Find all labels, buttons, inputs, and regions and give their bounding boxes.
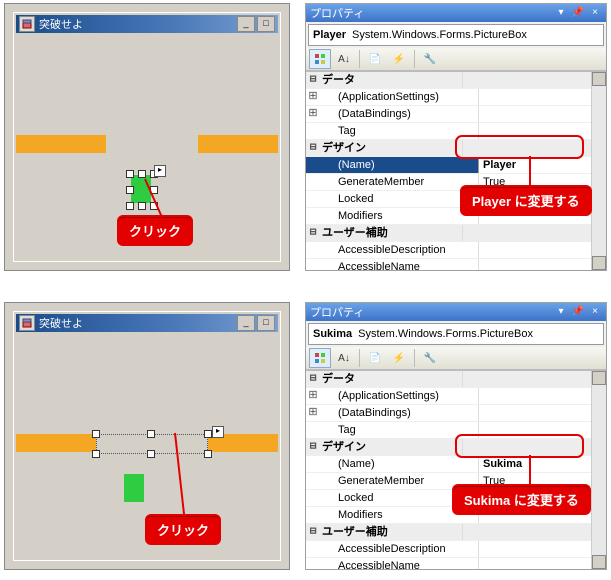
properties-title-text: プロパティ: [310, 5, 364, 21]
events-icon[interactable]: ⚡: [388, 348, 410, 368]
minimize-button[interactable]: _: [237, 16, 255, 32]
wall-left-2[interactable]: [16, 434, 96, 452]
scrollbar[interactable]: [591, 72, 606, 270]
wall-left[interactable]: [16, 135, 106, 153]
player-picturebox-2[interactable]: [124, 474, 144, 502]
alpha-sort-icon[interactable]: A↓: [333, 348, 355, 368]
dropdown-icon[interactable]: ▾: [554, 306, 568, 318]
properties-panel-1: プロパティ ▾ 📌 × Player System.Windows.Forms.…: [305, 3, 607, 271]
handle-nw[interactable]: [126, 170, 134, 178]
handle-ne[interactable]: [204, 430, 212, 438]
handle-nw[interactable]: [92, 430, 100, 438]
callout-click-1: クリック: [117, 215, 193, 246]
handle-n[interactable]: [147, 430, 155, 438]
events-icon[interactable]: ⚡: [388, 49, 410, 69]
object-selector-2[interactable]: Sukima System.Windows.Forms.PictureBox: [308, 323, 604, 345]
properties-toolbar-2: A↓ 📄 ⚡ 🔧: [306, 347, 606, 370]
close-icon[interactable]: ×: [588, 306, 602, 318]
properties-grid-2[interactable]: ⊟データ ⊞(ApplicationSettings) ⊞(DataBindin…: [306, 370, 606, 569]
form-title: 突破せよ: [39, 16, 83, 32]
name-property-row[interactable]: (Name)Player: [306, 157, 606, 174]
properties-title-text: プロパティ: [310, 304, 364, 320]
object-selector[interactable]: Player System.Windows.Forms.PictureBox: [308, 24, 604, 46]
maximize-button[interactable]: □: [257, 16, 275, 32]
property-pages-icon[interactable]: 🔧: [419, 49, 441, 69]
handle-e[interactable]: [150, 186, 158, 194]
wall-right[interactable]: [198, 135, 278, 153]
object-type: System.Windows.Forms.PictureBox: [352, 29, 527, 41]
properties-titlebar[interactable]: プロパティ ▾ 📌 ×: [306, 4, 606, 22]
form-icon: [19, 16, 35, 32]
properties-grid[interactable]: ⊟データ ⊞(ApplicationSettings) ⊞(DataBindin…: [306, 71, 606, 270]
property-pages-icon[interactable]: 🔧: [419, 348, 441, 368]
pin-icon[interactable]: 📌: [571, 7, 585, 19]
object-name: Player: [313, 29, 346, 41]
minimize-button[interactable]: _: [237, 315, 255, 331]
handle-sw[interactable]: [126, 202, 134, 210]
handle-sw[interactable]: [92, 450, 100, 458]
alpha-sort-icon[interactable]: A↓: [333, 49, 355, 69]
handle-se[interactable]: [204, 450, 212, 458]
categorized-icon[interactable]: [309, 49, 331, 69]
callout-change-1: Player に変更する: [460, 185, 592, 216]
maximize-button[interactable]: □: [257, 315, 275, 331]
smart-tag-icon[interactable]: ▸: [154, 165, 166, 177]
handle-w[interactable]: [126, 186, 134, 194]
handle-s[interactable]: [147, 450, 155, 458]
form-title-bar[interactable]: 突破せよ _ □: [16, 15, 278, 33]
form-title-bar-2[interactable]: 突破せよ _ □: [16, 314, 278, 332]
properties-toolbar: A↓ 📄 ⚡ 🔧: [306, 48, 606, 71]
name-property-row-2[interactable]: (Name)Sukima: [306, 456, 606, 473]
designer-panel-1: 突破せよ _ □ ▸: [4, 3, 290, 271]
handle-se[interactable]: [150, 202, 158, 210]
dropdown-icon[interactable]: ▾: [554, 7, 568, 19]
handle-s[interactable]: [138, 202, 146, 210]
properties-icon[interactable]: 📄: [364, 348, 386, 368]
object-type: System.Windows.Forms.PictureBox: [358, 328, 533, 340]
callout-change-2: Sukima に変更する: [452, 484, 591, 515]
callout-click-2: クリック: [145, 514, 221, 545]
close-icon[interactable]: ×: [588, 7, 602, 19]
properties-titlebar-2[interactable]: プロパティ ▾ 📌 ×: [306, 303, 606, 321]
scrollbar[interactable]: [591, 371, 606, 569]
handle-n[interactable]: [138, 170, 146, 178]
designer-panel-2: 突破せよ _ □ ▸ クリック: [4, 302, 290, 570]
form-title: 突破せよ: [39, 315, 83, 331]
smart-tag-icon[interactable]: ▸: [212, 426, 224, 438]
properties-icon[interactable]: 📄: [364, 49, 386, 69]
object-name: Sukima: [313, 328, 352, 340]
form-icon: [19, 315, 35, 331]
player-picturebox[interactable]: [131, 175, 151, 203]
properties-panel-2: プロパティ ▾ 📌 × Sukima System.Windows.Forms.…: [305, 302, 607, 570]
categorized-icon[interactable]: [309, 348, 331, 368]
pin-icon[interactable]: 📌: [571, 306, 585, 318]
